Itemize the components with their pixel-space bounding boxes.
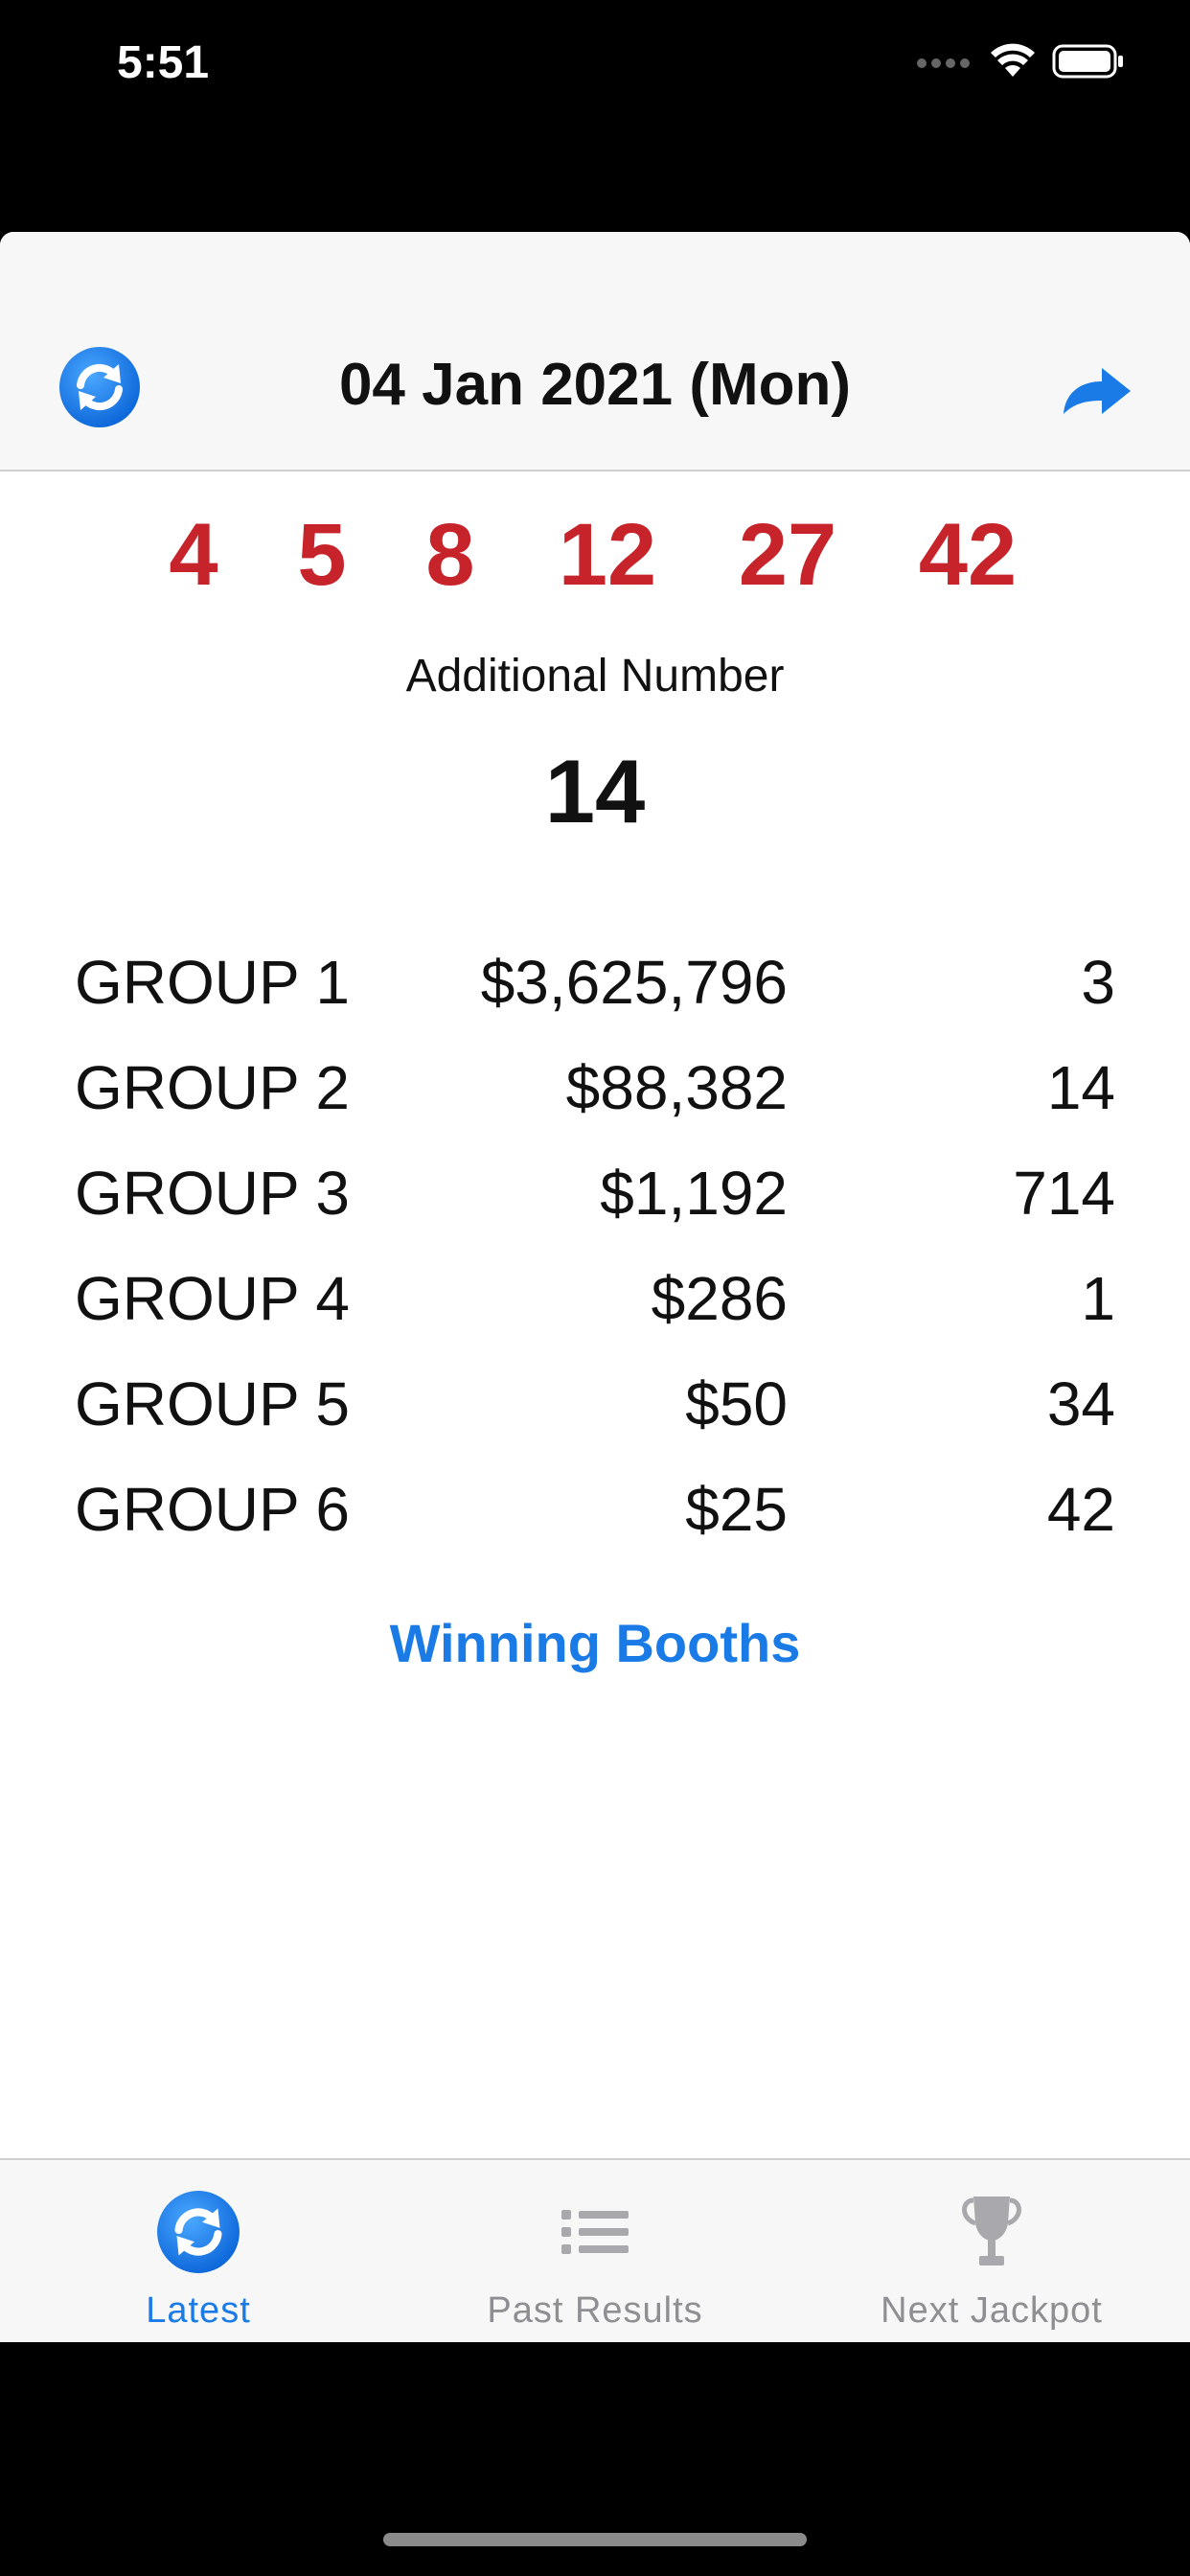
cellular-signal-icon [917,58,970,68]
tab-bar: Latest Past Results Next Jackpot [0,2158,1190,2342]
trophy-icon [962,2196,1021,2266]
tab-latest-label: Latest [146,2290,251,2331]
prize-row: GROUP 4 $286 1 [0,1263,1190,1368]
additional-number: 14 [544,741,646,841]
prize-row: GROUP 5 $50 34 [0,1368,1190,1474]
refresh-icon [59,347,140,427]
prize-group: GROUP 5 [75,1369,350,1438]
prize-group: GROUP 2 [75,1053,350,1122]
share-button[interactable] [1054,353,1136,427]
winning-booths-link[interactable]: Winning Booths [0,1612,1190,1674]
nav-bar: 04 Jan 2021 (Mon) [0,232,1190,472]
winning-number: 5 [297,506,347,604]
prize-winners: 14 [1046,1053,1115,1122]
refresh-button[interactable] [57,345,142,429]
tab-past-results-label: Past Results [487,2290,703,2331]
additional-number-label: Additional Number [405,651,785,702]
tab-next-jackpot[interactable]: Next Jackpot [793,2160,1190,2342]
winning-number: 42 [918,506,1018,604]
prize-amount: $25 [685,1475,788,1544]
results-sheet: 04 Jan 2021 (Mon) 4 5 8 12 27 42 Additional N… [0,232,1190,2342]
winning-number: 12 [558,506,657,604]
tab-past-results[interactable]: Past Results [397,2160,793,2342]
wifi-icon [991,43,1035,77]
prize-row: GROUP 2 $88,382 14 [0,1052,1190,1158]
tab-next-jackpot-label: Next Jackpot [881,2290,1103,2331]
prize-winners: 1 [1081,1264,1115,1333]
prize-row: GROUP 6 $25 42 [0,1474,1190,1579]
battery-icon [1052,44,1123,79]
prize-row: GROUP 1 $3,625,796 3 [0,947,1190,1052]
prize-group: GROUP 1 [75,948,350,1017]
prize-amount: $1,192 [600,1159,788,1228]
prize-amount: $3,625,796 [480,948,788,1017]
winning-numbers: 4 5 8 12 27 42 [0,505,1190,620]
prize-winners: 42 [1046,1475,1115,1544]
prize-group: GROUP 6 [75,1475,350,1544]
winning-number: 8 [425,506,475,604]
winning-number: 4 [169,506,218,604]
list-icon [561,2210,629,2254]
prize-amount: $50 [685,1369,788,1438]
prize-amount: $286 [651,1264,788,1333]
home-indicator[interactable] [383,2533,807,2546]
share-arrow-icon [1064,368,1131,414]
prize-group: GROUP 3 [75,1159,350,1228]
tab-latest[interactable]: Latest [0,2160,397,2342]
status-icons [916,42,1125,80]
status-time: 5:51 [117,37,210,88]
refresh-icon [157,2191,240,2273]
winning-number: 27 [738,506,837,604]
prize-winners: 34 [1046,1369,1115,1438]
prize-group: GROUP 4 [75,1264,350,1333]
draw-date-title: 04 Jan 2021 (Mon) [338,352,852,418]
prize-row: GROUP 3 $1,192 714 [0,1158,1190,1263]
prize-amount: $88,382 [565,1053,788,1122]
prize-winners: 714 [1013,1159,1115,1228]
status-bar: 5:51 [0,0,1190,134]
prize-winners: 3 [1081,948,1115,1017]
